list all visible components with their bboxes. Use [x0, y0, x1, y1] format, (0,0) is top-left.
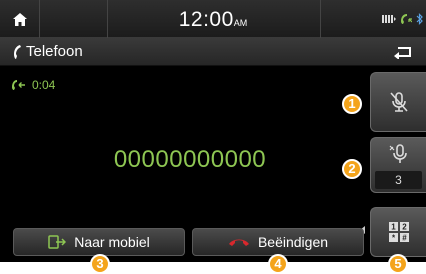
back-button[interactable] [388, 42, 418, 62]
bluetooth-icon [416, 13, 423, 25]
mute-button[interactable] [370, 72, 426, 132]
callout-2: 2 [342, 159, 362, 179]
signal-icon [382, 15, 396, 23]
callout-1: 1 [342, 94, 362, 114]
page-title: Telefoon [12, 43, 83, 60]
status-divider [320, 0, 321, 38]
page-title-text: Telefoon [26, 43, 83, 60]
clock-time: 12:00 [178, 8, 234, 31]
clock-ampm: AM [233, 18, 248, 28]
mic-volume-level: 3 [375, 171, 422, 189]
mic-icon-wrap [371, 142, 426, 164]
end-call-icon [228, 239, 249, 246]
svg-text:2: 2 [402, 223, 407, 232]
microphone-mute-icon [389, 92, 408, 112]
clock: 12:00AM [0, 8, 426, 32]
call-timer: 0:04 [12, 78, 55, 92]
microphone-volume-button[interactable]: 3 [370, 137, 426, 193]
keypad-icon: 1 2 * # [388, 222, 409, 243]
title-bar: Telefoon [0, 38, 426, 66]
transfer-to-mobile-icon [48, 235, 67, 249]
handset-icon [14, 44, 21, 59]
status-icons [382, 13, 424, 25]
back-arrow-icon [394, 47, 411, 59]
phone-call-icon [401, 14, 412, 24]
transfer-label: Naar mobiel [74, 234, 150, 250]
microphone-volume-icon [389, 144, 407, 163]
keypad-button[interactable]: 1 2 * # [370, 207, 426, 257]
end-call-button[interactable]: Beëindigen [192, 228, 364, 256]
transfer-to-mobile-button[interactable]: Naar mobiel [13, 228, 185, 256]
phone-screen: 12:00AM Telefoon 0:04 00000000000 3 1 2 … [0, 0, 426, 262]
svg-text:#: # [402, 234, 407, 243]
end-call-label: Beëindigen [257, 234, 329, 250]
callout-3: 3 [90, 254, 110, 274]
phone-number: 00000000000 [113, 146, 267, 173]
active-call-icon [12, 80, 25, 90]
svg-text:1: 1 [391, 223, 396, 232]
status-bar: 12:00AM [0, 0, 426, 38]
call-duration: 0:04 [32, 78, 56, 92]
callout-5: 5 [388, 254, 408, 274]
callout-4: 4 [268, 254, 288, 274]
